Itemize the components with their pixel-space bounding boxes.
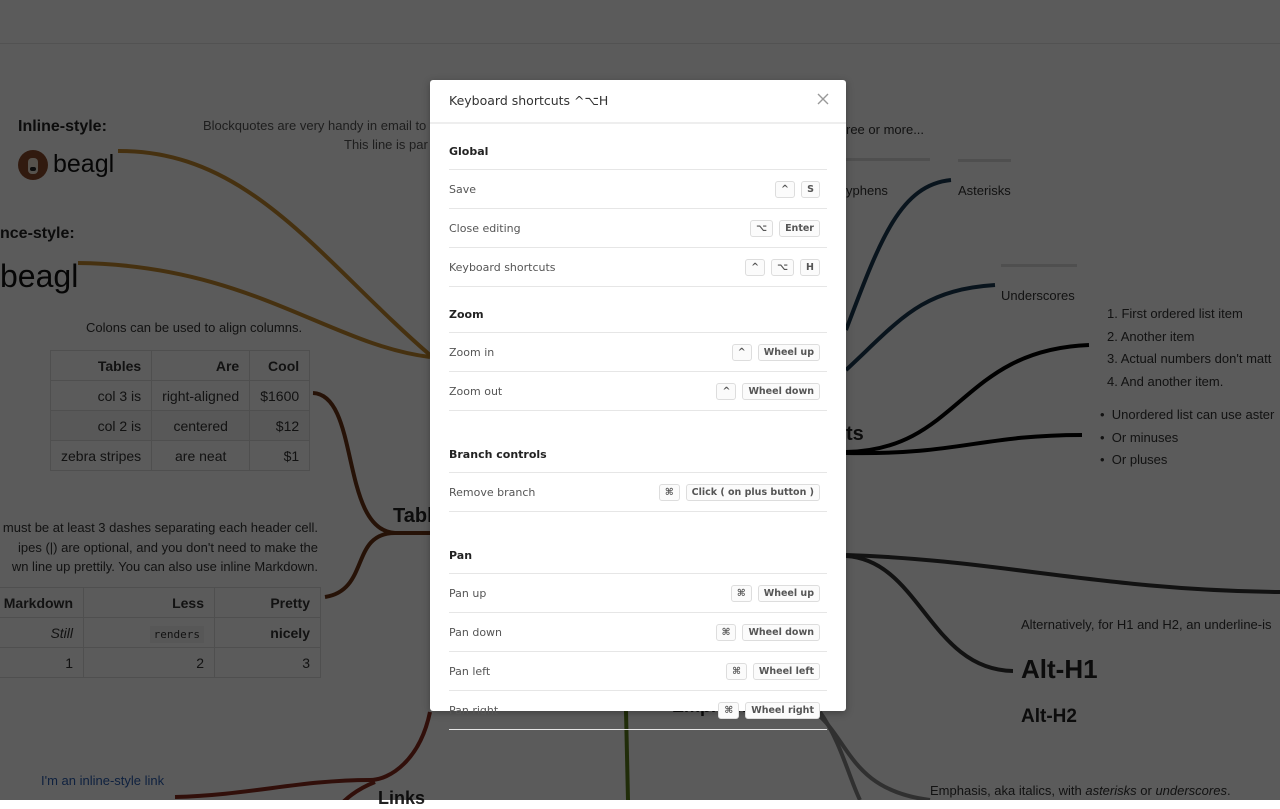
key-badge: H <box>800 258 820 276</box>
key-badge: ⌘ <box>658 483 680 501</box>
key-badge: ⌘ <box>730 584 752 602</box>
key-badge: S <box>801 180 820 198</box>
modal-header: Keyboard shortcuts ^⌥H <box>430 80 846 124</box>
key-badge: Wheel up <box>757 343 820 361</box>
key-badge: Wheel down <box>742 623 820 641</box>
shortcut-keys: ^ ⌥ H <box>745 258 827 276</box>
key-badge: Wheel right <box>745 701 820 719</box>
key-badge: ^ <box>716 382 737 400</box>
shortcut-row: Pan right ⌘ Wheel right <box>449 691 827 730</box>
shortcut-label: Keyboard shortcuts <box>449 260 556 274</box>
shortcuts-list: Global Save ^ S Close editing ⌥ Enter Keyboard … <box>430 124 846 730</box>
shortcut-label: Pan down <box>449 625 503 639</box>
shortcut-keys: ⌘ Wheel up <box>730 584 827 602</box>
shortcut-keys: ⌘ Wheel right <box>718 701 827 719</box>
key-badge: Wheel up <box>757 584 820 602</box>
shortcut-label: Remove branch <box>449 485 536 499</box>
key-badge: Wheel left <box>752 662 820 680</box>
key-badge: ^ <box>775 180 795 198</box>
section-title: Pan <box>449 528 827 574</box>
shortcut-label: Pan up <box>449 586 487 600</box>
shortcut-row: Close editing ⌥ Enter <box>449 209 827 248</box>
close-icon[interactable] <box>814 90 832 108</box>
shortcut-keys: ⌘ Click ( on plus button ) <box>658 483 827 501</box>
shortcut-keys: ⌘ Wheel left <box>726 662 827 680</box>
section-title: Global <box>449 124 827 170</box>
shortcut-row: Zoom out ^ Wheel down <box>449 372 827 411</box>
key-badge: Wheel down <box>742 382 820 400</box>
shortcut-keys: ⌥ Enter <box>750 219 827 237</box>
shortcut-keys: ^ Wheel up <box>731 343 827 361</box>
shortcut-row: Pan up ⌘ Wheel up <box>449 574 827 613</box>
key-badge: ⌘ <box>715 623 737 641</box>
shortcut-label: Pan left <box>449 664 491 678</box>
shortcut-row: Zoom in ^ Wheel up <box>449 333 827 372</box>
shortcut-row: Remove branch ⌘ Click ( on plus button ) <box>449 473 827 512</box>
shortcut-keys: ⌘ Wheel down <box>715 623 827 641</box>
shortcut-row: Pan down ⌘ Wheel down <box>449 613 827 652</box>
shortcut-keys: ^ Wheel down <box>716 382 827 400</box>
key-badge: ^ <box>745 258 766 276</box>
key-badge: Click ( on plus button ) <box>685 483 820 501</box>
key-badge: Enter <box>779 219 820 237</box>
section-title: Zoom <box>449 287 827 333</box>
shortcut-label: Zoom out <box>449 384 503 398</box>
shortcut-keys: ^ S <box>775 180 827 198</box>
key-badge: ⌥ <box>771 258 795 276</box>
section-title: Branch controls <box>449 427 827 473</box>
shortcut-row: Keyboard shortcuts ^ ⌥ H <box>449 248 827 287</box>
key-badge: ⌘ <box>726 662 747 680</box>
shortcut-label: Zoom in <box>449 345 495 359</box>
key-badge: ⌘ <box>718 701 740 719</box>
shortcut-label: Save <box>449 182 477 196</box>
shortcut-label: Close editing <box>449 221 521 235</box>
keyboard-shortcuts-modal: Keyboard shortcuts ^⌥H Global Save ^ S Close… <box>430 80 846 730</box>
key-badge: ^ <box>731 343 752 361</box>
shortcut-row: Pan left ⌘ Wheel left <box>449 652 827 691</box>
shortcut-row: Save ^ S <box>449 170 827 209</box>
key-badge: ⌥ <box>750 219 774 237</box>
shortcut-label: Pan right <box>449 703 499 717</box>
modal-title: Keyboard shortcuts ^⌥H <box>449 93 609 108</box>
